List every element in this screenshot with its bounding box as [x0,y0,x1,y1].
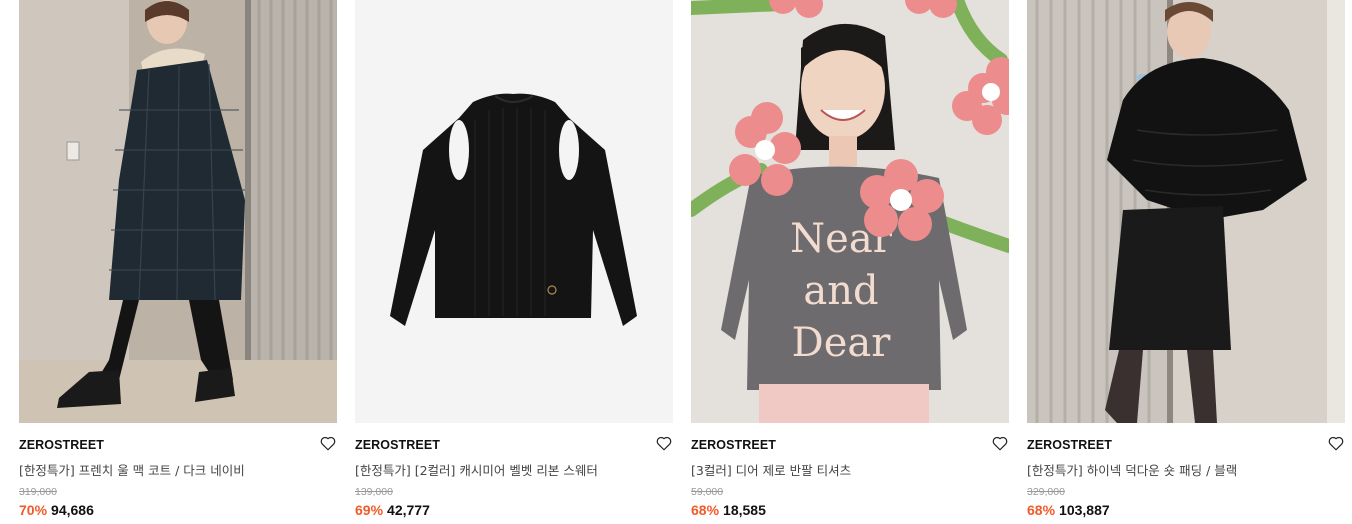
brand-name[interactable]: ZEROSTREET [1027,438,1112,452]
heart-outline-icon[interactable] [991,434,1009,452]
original-price: 139,000 [355,486,393,498]
product-name[interactable]: [3컬러] 디어 제로 반팔 티셔츠 [691,460,991,479]
brand-name[interactable]: ZEROSTREET [691,438,776,452]
price-line: 68% 103,887 [1027,502,1110,518]
price-line: 68% 18,585 [691,502,766,518]
discount-rate: 68% [691,502,720,518]
product-image[interactable]: Near and Dear [691,0,1009,423]
heart-outline-icon[interactable] [1327,434,1345,452]
product-image[interactable] [355,0,673,423]
product-card[interactable]: ZEROSTREET [한정특가] 프렌치 울 맥 코트 / 다크 네이비 31… [19,0,337,524]
original-price: 319,000 [19,486,57,498]
product-card[interactable]: Near and Dear ZEROSTREET [3컬러] 디어 제로 반팔 … [691,0,1009,524]
sale-price: 18,585 [723,502,766,518]
discount-rate: 69% [355,502,384,518]
product-card[interactable]: ZEROSTREET [한정특가] 하이넥 덕다운 숏 패딩 / 블랙 329,… [1027,0,1345,524]
tshirt-print-line-3: Dear [792,320,892,366]
price-line: 69% 42,777 [355,502,430,518]
product-name[interactable]: [한정특가] 프렌치 울 맥 코트 / 다크 네이비 [19,460,319,479]
product-card[interactable]: ZEROSTREET [한정특가] [2컬러] 캐시미어 벨벳 리본 스웨터 1… [355,0,673,524]
brand-name[interactable]: ZEROSTREET [355,438,440,452]
original-price: 329,000 [1027,486,1065,498]
product-name[interactable]: [한정특가] 하이넥 덕다운 숏 패딩 / 블랙 [1027,460,1327,479]
sale-price: 103,887 [1059,502,1110,518]
discount-rate: 70% [19,502,48,518]
heart-outline-icon[interactable] [319,434,337,452]
tshirt-print-line-2: and [803,268,878,314]
product-grid: ZEROSTREET [한정특가] 프렌치 울 맥 코트 / 다크 네이비 31… [0,0,1352,524]
original-price: 59,000 [691,486,724,498]
product-image[interactable] [1027,0,1345,423]
product-name[interactable]: [한정특가] [2컬러] 캐시미어 벨벳 리본 스웨터 [355,460,655,479]
price-line: 70% 94,686 [19,502,94,518]
heart-outline-icon[interactable] [655,434,673,452]
brand-name[interactable]: ZEROSTREET [19,438,104,452]
product-image[interactable] [19,0,337,423]
discount-rate: 68% [1027,502,1056,518]
sale-price: 94,686 [51,502,94,518]
sale-price: 42,777 [387,502,430,518]
